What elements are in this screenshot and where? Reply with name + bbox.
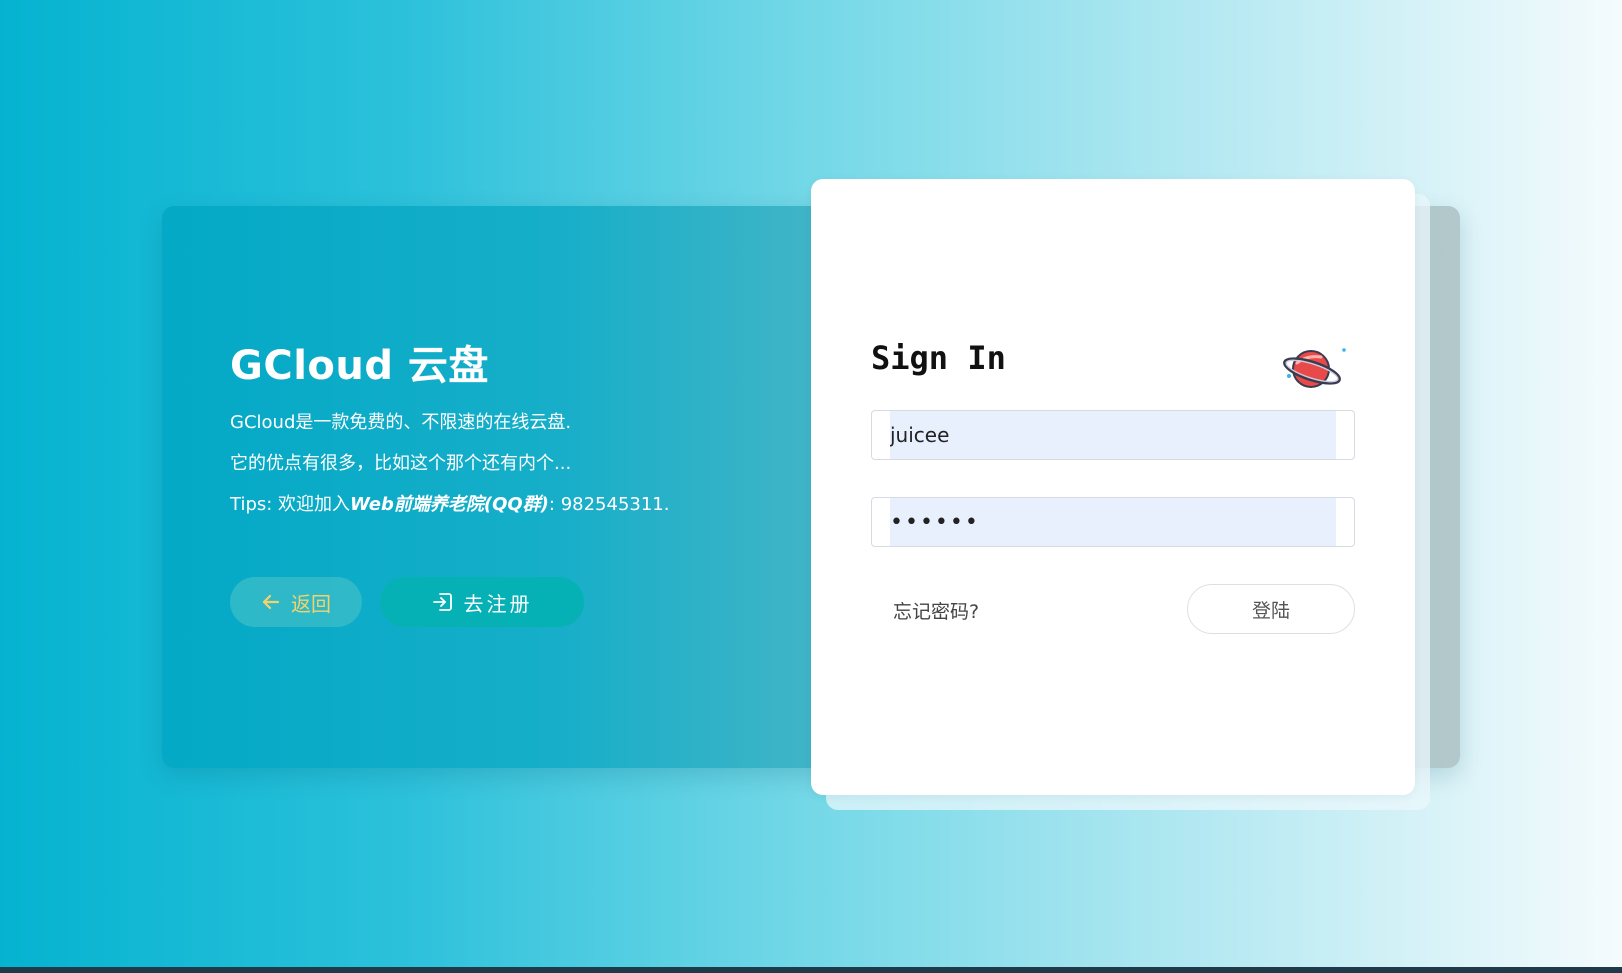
password-field-wrapper	[871, 497, 1355, 547]
back-button[interactable]: 返回	[230, 577, 362, 627]
tips-group-name: Web前端养老院(QQ群)	[350, 494, 549, 515]
password-input[interactable]	[890, 498, 1336, 546]
arrow-left-icon	[261, 592, 281, 612]
back-button-label: 返回	[291, 591, 331, 616]
intro-description-line-2: 它的优点有很多，比如这个那个还有内个...	[230, 453, 572, 474]
login-button[interactable]: 登陆	[1187, 584, 1355, 634]
username-input[interactable]	[890, 411, 1336, 459]
intro-description-line-1: GCloud是一款免费的、不限速的在线云盘.	[230, 412, 572, 433]
register-button-label: 去注册	[463, 591, 533, 616]
username-field-wrapper	[871, 410, 1355, 460]
tips-prefix: Tips: 欢迎加入	[230, 494, 351, 515]
login-card: Sign In 忘记密码? 登陆	[811, 179, 1415, 795]
intro-section: GCloud 云盘 GCloud是一款免费的、不限速的在线云盘. 它的优点有很多…	[230, 338, 830, 525]
planet-icon	[1281, 341, 1351, 401]
intro-actions: 返回 去注册	[230, 577, 584, 627]
sign-in-icon	[432, 591, 454, 613]
forgot-password-link[interactable]: 忘记密码?	[893, 597, 979, 624]
app-title: GCloud 云盘	[230, 343, 489, 389]
tips-suffix: : 982545311.	[548, 494, 670, 515]
register-button[interactable]: 去注册	[380, 577, 584, 627]
login-title: Sign In	[871, 339, 1006, 377]
page-bottom-edge	[0, 967, 1622, 973]
intro-tips: Tips: 欢迎加入Web前端养老院(QQ群): 982545311.	[230, 484, 830, 525]
